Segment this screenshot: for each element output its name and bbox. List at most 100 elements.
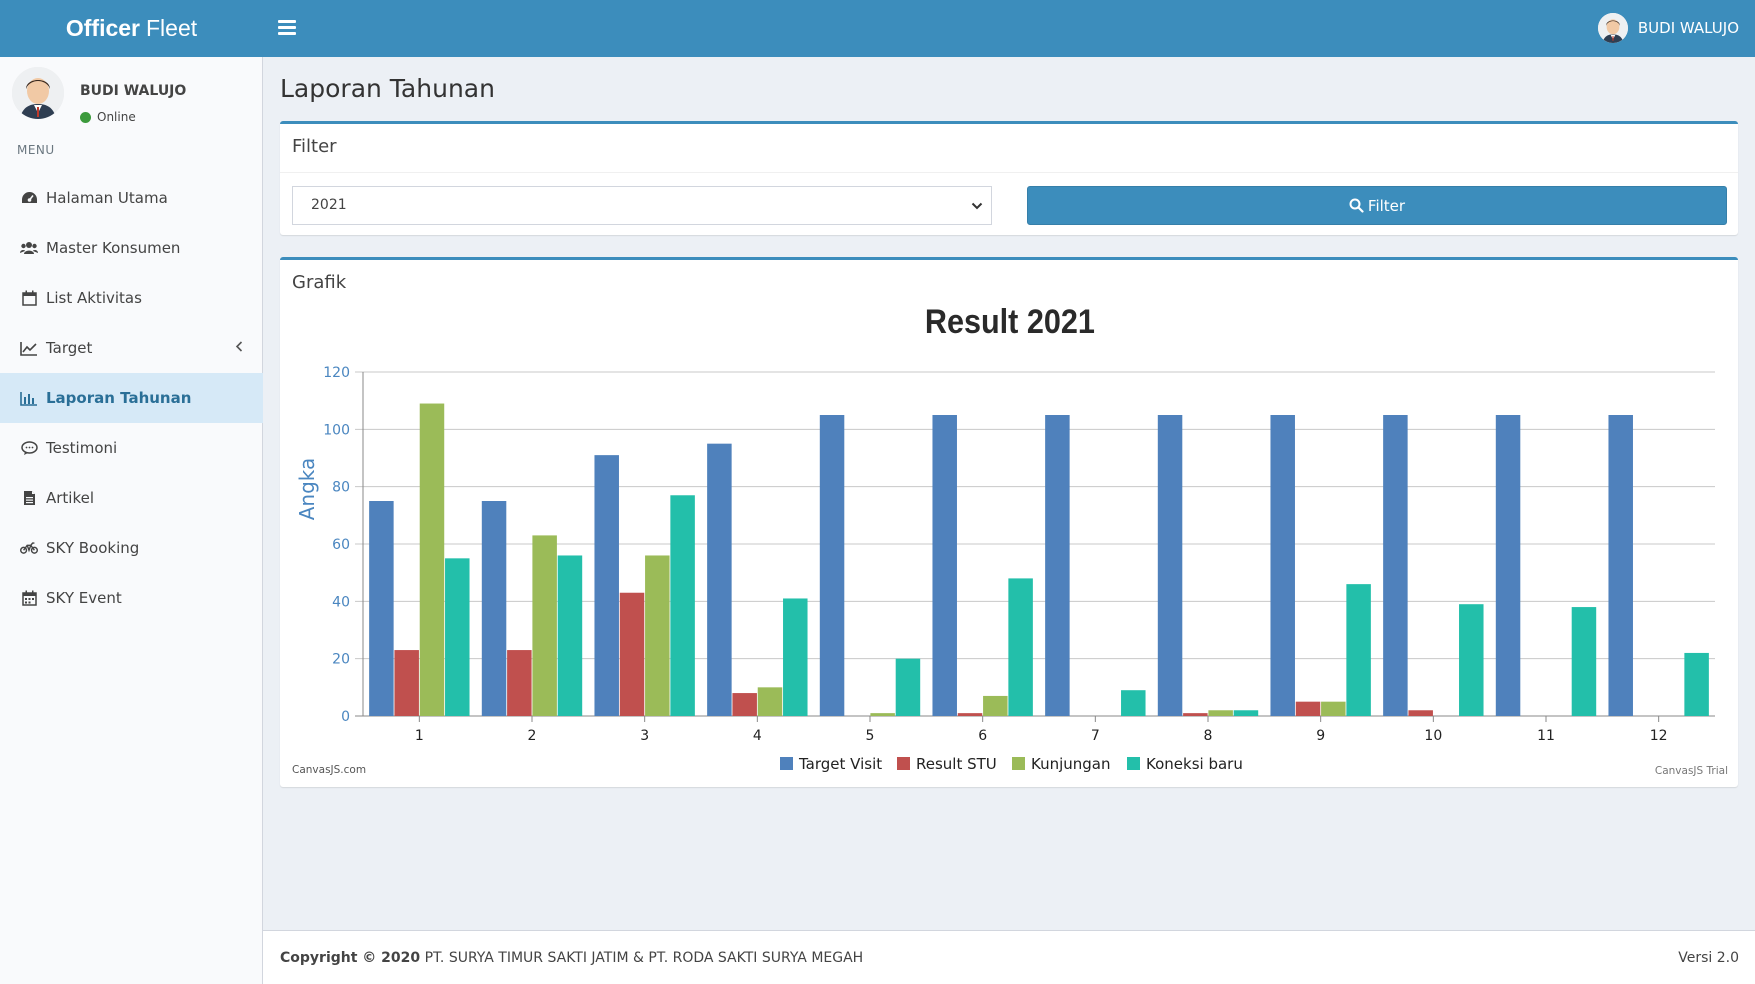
chevron-left-icon[interactable] (235, 340, 243, 356)
app-logo[interactable]: Officer Fleet (0, 0, 263, 57)
x-tick-label: 3 (640, 728, 649, 744)
bar-koneksi-baru[interactable] (1233, 710, 1259, 716)
bar-kunjungan[interactable] (870, 713, 895, 716)
bar-target-visit[interactable] (594, 455, 619, 716)
status-text: Online (97, 110, 136, 124)
legend-swatch (1012, 757, 1025, 770)
bar-koneksi-baru[interactable] (445, 558, 470, 716)
bar-target-visit[interactable] (1608, 415, 1633, 716)
dashboard-icon (20, 189, 38, 207)
legend-label[interactable]: Koneksi baru (1146, 755, 1243, 773)
sidebar-item-laporan-tahunan[interactable]: Laporan Tahunan (0, 373, 263, 423)
x-tick-label: 4 (753, 728, 762, 744)
bar-result-stu[interactable] (394, 650, 419, 716)
bar-result-stu[interactable] (619, 592, 645, 716)
bar-koneksi-baru[interactable] (557, 555, 583, 716)
bar-koneksi-baru[interactable] (1459, 604, 1484, 716)
bar-koneksi-baru[interactable] (783, 598, 808, 716)
x-tick-label: 9 (1316, 728, 1325, 744)
calendar-icon (20, 289, 38, 307)
bar-target-visit[interactable] (481, 501, 507, 716)
credit-right[interactable]: CanvasJS Trial (1655, 765, 1728, 777)
sidebar-item-testimoni[interactable]: Testimoni (0, 423, 263, 473)
bar-kunjungan[interactable] (645, 555, 670, 716)
y-tick-label: 60 (332, 537, 350, 553)
bar-result-stu[interactable] (957, 713, 983, 716)
sidebar-item-artikel[interactable]: Artikel (0, 473, 263, 523)
bar-chart-icon (20, 389, 38, 407)
sidebar-item-list-aktivitas[interactable]: List Aktivitas (0, 273, 263, 323)
motorcycle-icon (20, 539, 38, 557)
legend-label[interactable]: Target Visit (798, 755, 882, 773)
bar-kunjungan[interactable] (419, 403, 445, 716)
users-icon (20, 239, 38, 257)
chevron-down-icon (971, 199, 983, 210)
credit-left[interactable]: CanvasJS.com (292, 764, 366, 776)
legend-label[interactable]: Result STU (916, 755, 997, 773)
bar-koneksi-baru[interactable] (1121, 690, 1146, 716)
bar-result-stu[interactable] (1408, 710, 1433, 716)
user-status: Online (80, 110, 136, 124)
bar-koneksi-baru[interactable] (895, 658, 921, 716)
bar-target-visit[interactable] (932, 415, 957, 716)
bar-target-visit[interactable] (1383, 415, 1408, 716)
bar-kunjungan[interactable] (757, 687, 783, 716)
legend-label[interactable]: Kunjungan (1031, 755, 1111, 773)
sidebar-item-sky-booking[interactable]: SKY Booking (0, 523, 263, 573)
bar-koneksi-baru[interactable] (670, 495, 695, 716)
sidebar-menu: Halaman Utama Master Konsumen List Aktiv… (0, 173, 263, 623)
x-tick-label: 11 (1537, 728, 1555, 744)
bar-target-visit[interactable] (1270, 415, 1295, 716)
filter-box-title: Filter (292, 136, 337, 157)
y-tick-label: 40 (332, 594, 350, 610)
x-tick-label: 7 (1091, 728, 1100, 744)
bar-koneksi-baru[interactable] (1571, 607, 1597, 716)
user-panel: BUDI WALUJO Online (12, 67, 252, 127)
sidebar-item-target[interactable]: Target (0, 323, 263, 373)
menu-toggle-icon[interactable] (278, 17, 296, 39)
y-axis-label: Angka (295, 458, 319, 521)
online-dot-icon (80, 111, 91, 123)
filter-button[interactable]: Filter (1027, 186, 1727, 225)
bar-kunjungan[interactable] (1208, 710, 1233, 716)
company-name: PT. SURYA TIMUR SAKTI JATIM & PT. RODA S… (424, 950, 864, 966)
sidebar-item-label: Laporan Tahunan (46, 389, 192, 407)
bar-kunjungan[interactable] (1321, 701, 1346, 716)
bar-koneksi-baru[interactable] (1346, 584, 1371, 716)
filter-button-label: Filter (1367, 196, 1406, 215)
y-tick-label: 120 (323, 365, 350, 381)
legend-swatch (780, 757, 793, 770)
bar-target-visit[interactable] (1495, 415, 1521, 716)
bar-koneksi-baru[interactable] (1008, 578, 1033, 716)
header-user-name: BUDI WALUJO (1637, 19, 1739, 37)
x-tick-label: 8 (1204, 728, 1213, 744)
bar-target-visit[interactable] (369, 501, 394, 716)
bar-result-stu[interactable] (732, 693, 757, 716)
user-menu[interactable]: BUDI WALUJO (1597, 13, 1739, 43)
footer: Copyright © 2020 PT. SURYA TIMUR SAKTI J… (263, 930, 1755, 984)
sidebar-item-label: List Aktivitas (46, 289, 142, 307)
bar-kunjungan[interactable] (983, 695, 1008, 716)
copyright-label: Copyright © 2020 (280, 950, 421, 966)
bar-kunjungan[interactable] (532, 535, 557, 716)
legend-swatch (897, 757, 910, 770)
bar-result-stu[interactable] (507, 650, 532, 716)
bar-target-visit[interactable] (1157, 415, 1183, 716)
sidebar-item-sky-event[interactable]: SKY Event (0, 573, 263, 623)
sidebar-item-halaman-utama[interactable]: Halaman Utama (0, 173, 263, 223)
bar-target-visit[interactable] (819, 415, 845, 716)
sidebar-item-master-konsumen[interactable]: Master Konsumen (0, 223, 263, 273)
x-tick-label: 1 (415, 728, 424, 744)
bar-target-visit[interactable] (707, 443, 732, 716)
sidebar-item-label: Halaman Utama (46, 189, 168, 207)
bar-chart: 0204060801001201 2 3 4 5 6 7 8 9 10 11 12 Result 20… (292, 303, 1728, 777)
bar-result-stu[interactable] (1183, 713, 1208, 716)
year-select[interactable]: 2021 (292, 186, 992, 225)
y-tick-label: 20 (332, 652, 350, 668)
x-tick-label: 5 (866, 728, 875, 744)
file-icon (20, 489, 38, 507)
x-tick-label: 10 (1424, 728, 1442, 744)
bar-target-visit[interactable] (1045, 415, 1070, 716)
bar-koneksi-baru[interactable] (1684, 652, 1709, 716)
bar-result-stu[interactable] (1295, 701, 1321, 716)
